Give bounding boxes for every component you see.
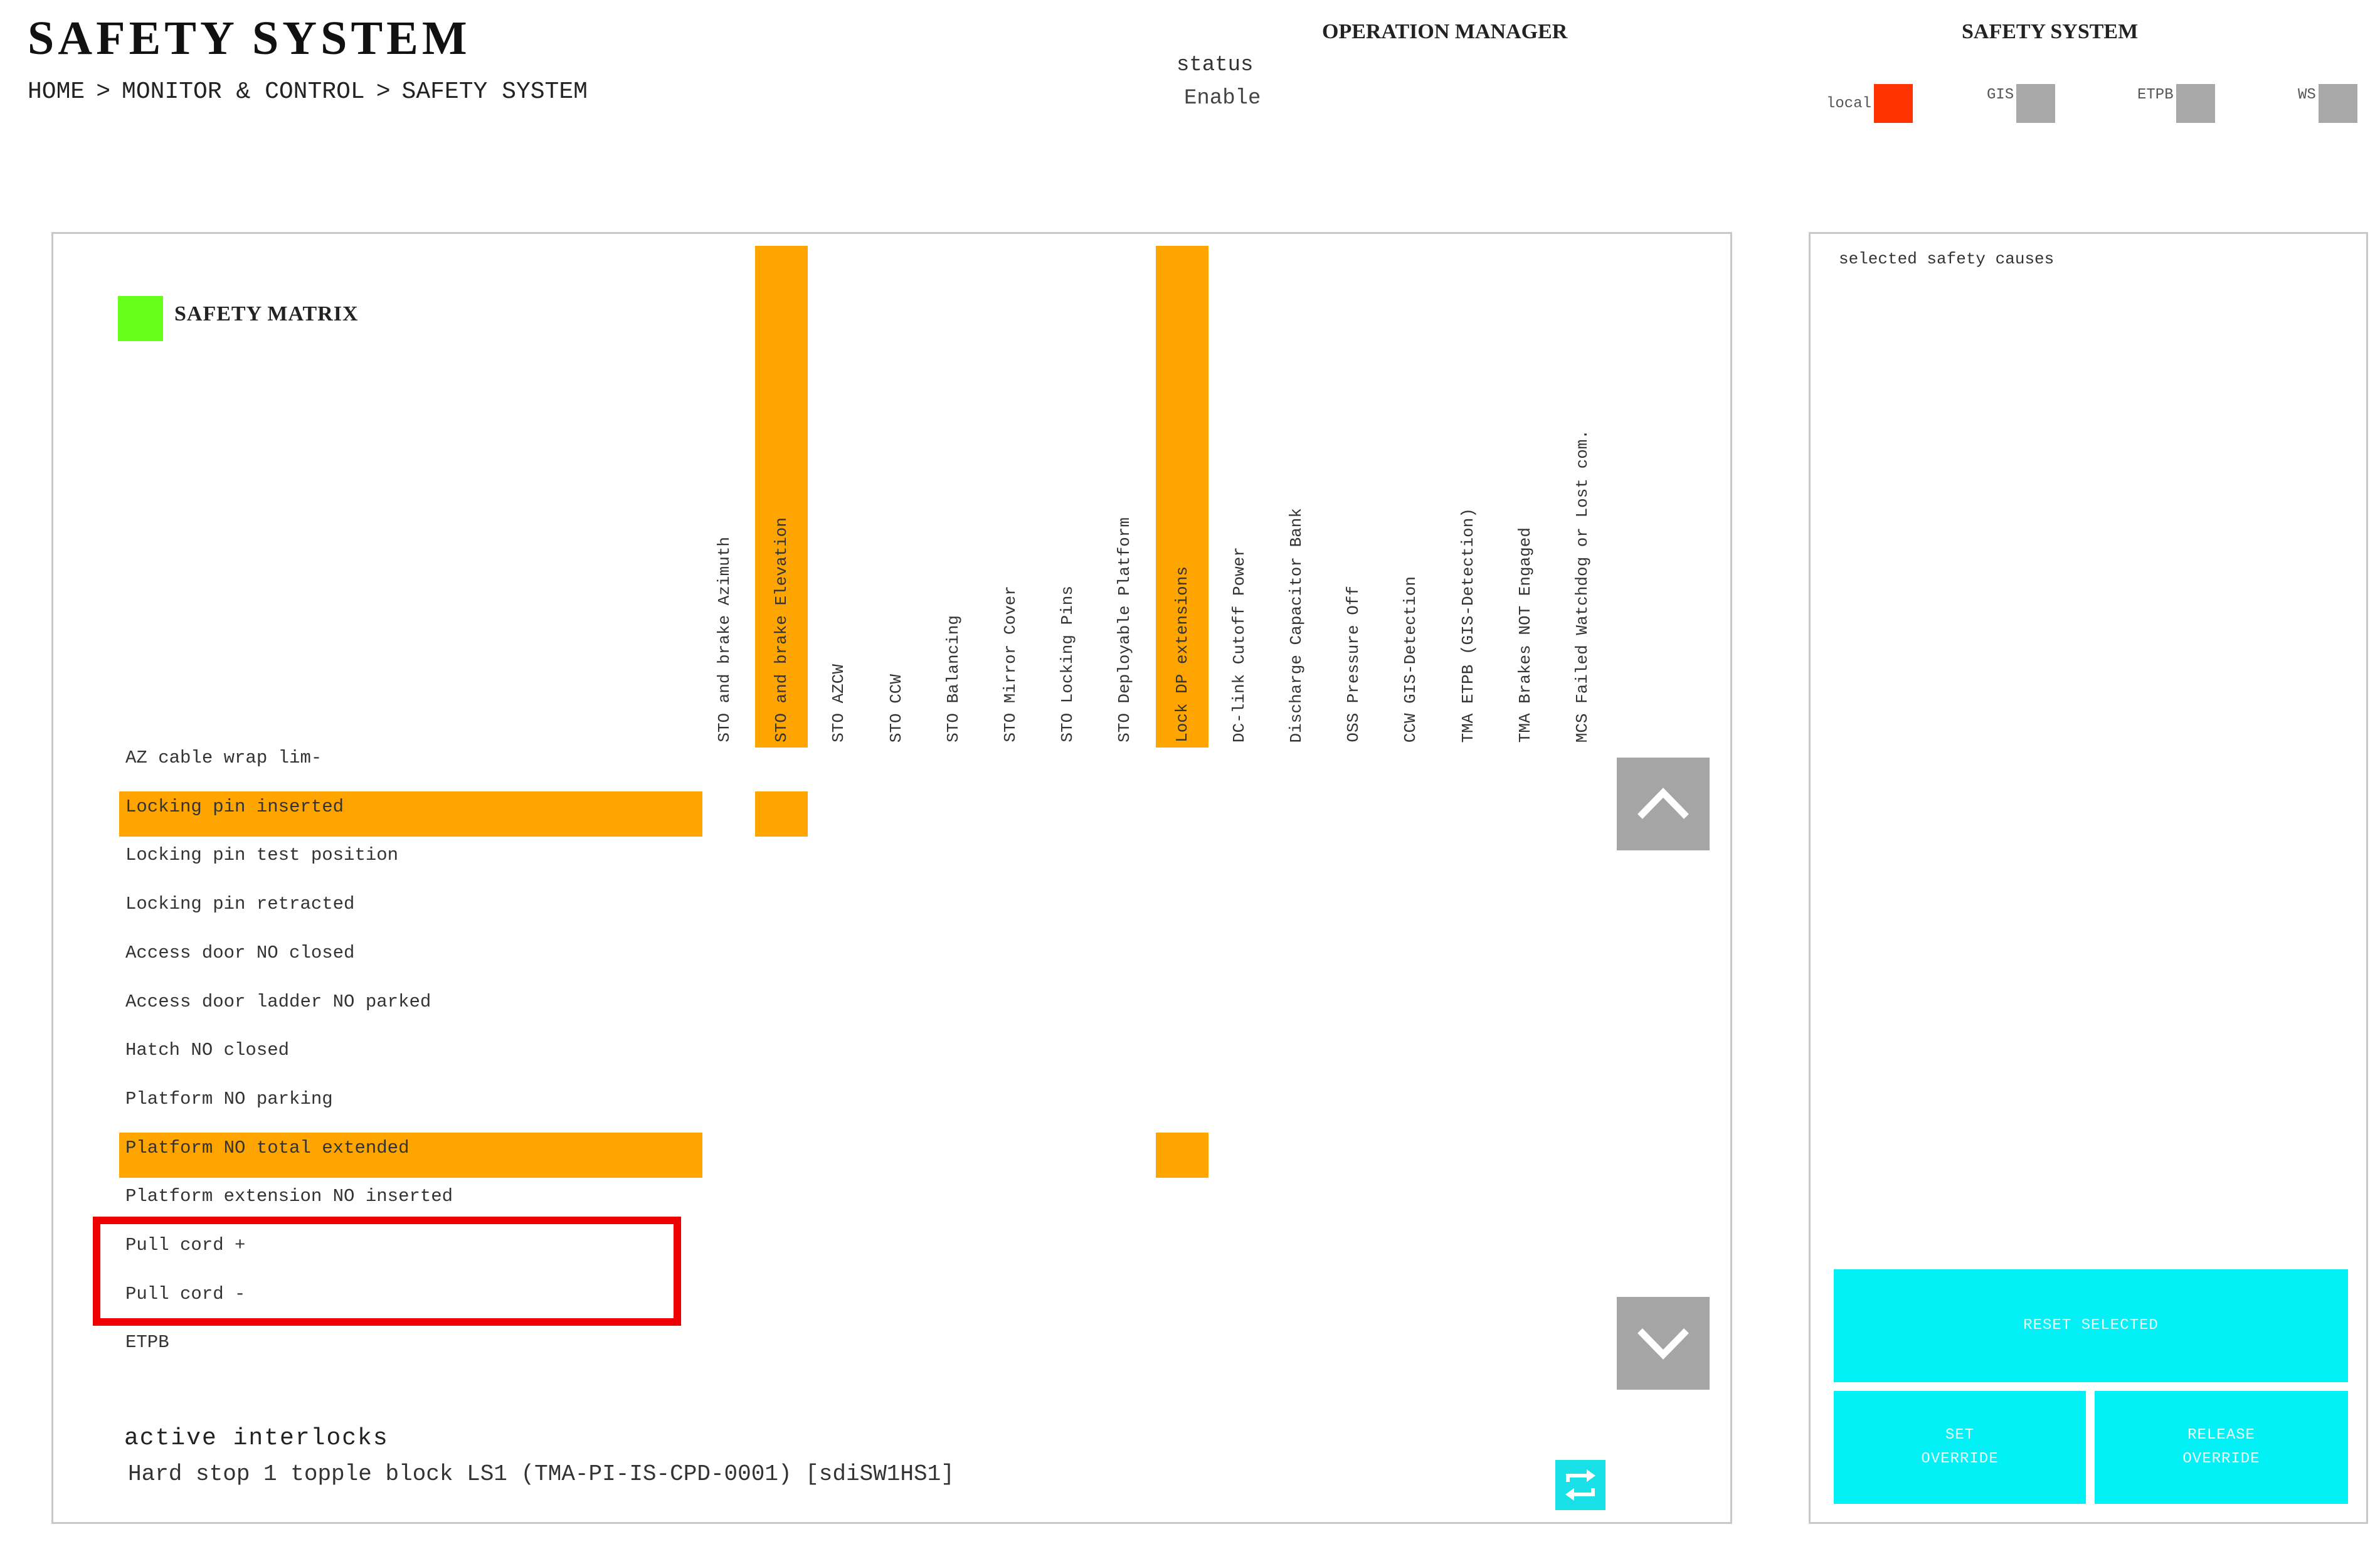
- matrix-column-header[interactable]: STO and brake Elevation: [755, 246, 808, 748]
- breadcrumb-monitor-control[interactable]: MONITOR & CONTROL: [122, 78, 365, 105]
- selected-causes-title: selected safety causes: [1839, 250, 2055, 268]
- matrix-column-header[interactable]: STO and brake Azimuth: [698, 246, 751, 748]
- matrix-row[interactable]: Access door NO closed: [119, 938, 702, 983]
- column-label: STO CCW: [886, 674, 906, 743]
- matrix-row[interactable]: ETPB: [119, 1327, 702, 1372]
- matrix-row[interactable]: Platform NO parking: [119, 1084, 702, 1129]
- chevron-up-icon: [1637, 788, 1689, 819]
- page-title: SAFETY SYSTEM: [28, 12, 471, 65]
- matrix-column-header[interactable]: STO Locking Pins: [1041, 246, 1094, 748]
- column-label: STO and brake Elevation: [772, 517, 791, 743]
- matrix-column-header[interactable]: STO Mirror Cover: [984, 246, 1037, 748]
- row-label: Platform extension NO inserted: [125, 1186, 453, 1207]
- matrix-column-header[interactable]: STO Balancing: [927, 246, 980, 748]
- column-label: Discharge Capacitor Bank: [1287, 507, 1306, 743]
- indicator-light: [2016, 84, 2056, 123]
- active-interlocks-value: Hard stop 1 topple block LS1 (TMA-PI-IS-…: [128, 1461, 955, 1487]
- indicator-label: GIS: [1987, 86, 2014, 103]
- row-label: Locking pin test position: [125, 845, 399, 866]
- matrix-status-light: [118, 296, 163, 341]
- column-label: STO AZCW: [829, 664, 849, 743]
- matrix-row[interactable]: Locking pin inserted: [119, 791, 702, 837]
- column-label: STO and brake Azimuth: [715, 537, 734, 743]
- indicator-label: local: [1826, 95, 1872, 112]
- row-label: Locking pin inserted: [125, 796, 344, 817]
- matrix-column-header[interactable]: TMA Brakes NOT Engaged: [1499, 246, 1552, 748]
- matrix-row[interactable]: AZ cable wrap lim-: [119, 743, 702, 788]
- indicator-light: [2318, 84, 2357, 123]
- indicator-ws: WS: [2298, 84, 2357, 123]
- matrix-column-header[interactable]: Discharge Capacitor Bank: [1270, 246, 1323, 748]
- breadcrumb-separator: >: [376, 78, 391, 105]
- indicator-light: [1874, 84, 1913, 123]
- selection-highlight-box: [93, 1217, 681, 1326]
- breadcrumb-home[interactable]: HOME: [28, 78, 85, 105]
- matrix-column-header[interactable]: STO AZCW: [812, 246, 865, 748]
- row-label: ETPB: [125, 1332, 169, 1353]
- column-label: MCS Failed Watchdog or Lost com.: [1573, 429, 1592, 743]
- indicator-etpb: ETPB: [2137, 84, 2215, 123]
- matrix-column-header[interactable]: Lock DP extensions: [1155, 246, 1209, 748]
- column-label: DC-link Cutoff Power: [1229, 546, 1249, 743]
- breadcrumb: HOME > MONITOR & CONTROL > SAFETY SYSTEM: [28, 78, 588, 105]
- column-label: TMA ETPB (GIS-Detection): [1458, 507, 1478, 743]
- matrix-column-header[interactable]: OSS Pressure Off: [1327, 246, 1380, 748]
- indicator-light: [2176, 84, 2215, 123]
- indicator-label: WS: [2298, 86, 2316, 103]
- row-label: Platform NO parking: [125, 1088, 333, 1109]
- column-label: STO Deployable Platform: [1115, 517, 1134, 743]
- matrix-row[interactable]: Access door ladder NO parked: [119, 986, 702, 1032]
- column-label: STO Mirror Cover: [1001, 586, 1020, 743]
- indicator-local: local: [1826, 84, 1913, 123]
- matrix-row[interactable]: Locking pin retracted: [119, 889, 702, 934]
- matrix-active-cell[interactable]: [755, 791, 808, 837]
- column-label: OSS Pressure Off: [1344, 586, 1363, 743]
- row-label: AZ cable wrap lim-: [125, 748, 322, 768]
- matrix-active-cell[interactable]: [1155, 1132, 1209, 1178]
- matrix-row[interactable]: Hatch NO closed: [119, 1035, 702, 1080]
- indicator-gis: GIS: [1987, 84, 2056, 123]
- column-label: STO Locking Pins: [1058, 586, 1077, 743]
- matrix-column-header[interactable]: MCS Failed Watchdog or Lost com.: [1556, 246, 1609, 748]
- set-override-button[interactable]: SET OVERRIDE: [1834, 1391, 2086, 1504]
- active-interlocks-label: active interlocks: [124, 1425, 389, 1452]
- matrix-column-header[interactable]: DC-link Cutoff Power: [1213, 246, 1266, 748]
- row-label: Hatch NO closed: [125, 1040, 290, 1061]
- chevron-down-icon: [1637, 1328, 1689, 1360]
- row-label: Access door NO closed: [125, 942, 355, 963]
- scroll-down-button[interactable]: [1617, 1297, 1710, 1390]
- matrix-row[interactable]: Platform NO total extended: [119, 1132, 702, 1178]
- status-value: Enable: [1184, 87, 1261, 110]
- status-label: status: [1177, 53, 1254, 77]
- breadcrumb-safety-system: SAFETY SYSTEM: [401, 78, 588, 105]
- matrix-column-header[interactable]: STO Deployable Platform: [1098, 246, 1151, 748]
- row-label: Locking pin retracted: [125, 894, 355, 915]
- matrix-title: SAFETY MATRIX: [174, 302, 359, 325]
- matrix-column-header[interactable]: STO CCW: [870, 246, 923, 748]
- row-label: Platform NO total extended: [125, 1137, 410, 1158]
- indicator-label: ETPB: [2137, 86, 2174, 103]
- scroll-up-button[interactable]: [1617, 758, 1710, 850]
- release-override-button[interactable]: RELEASE OVERRIDE: [2095, 1391, 2348, 1504]
- column-label: STO Balancing: [943, 615, 963, 743]
- operation-manager-title: OPERATION MANAGER: [1322, 20, 1568, 43]
- column-label: TMA Brakes NOT Engaged: [1515, 527, 1535, 743]
- row-label: Access door ladder NO parked: [125, 991, 431, 1012]
- column-label: Lock DP extensions: [1172, 566, 1192, 743]
- breadcrumb-separator: >: [96, 78, 111, 105]
- reset-selected-button[interactable]: RESET SELECTED: [1834, 1269, 2348, 1382]
- matrix-column-header[interactable]: TMA ETPB (GIS-Detection): [1442, 246, 1494, 748]
- safety-system-title: SAFETY SYSTEM: [1962, 20, 2139, 43]
- matrix-column-header[interactable]: CCW GIS-Detection: [1384, 246, 1437, 748]
- matrix-row[interactable]: Locking pin test position: [119, 840, 702, 885]
- refresh-icon: [1565, 1469, 1595, 1501]
- refresh-button[interactable]: [1555, 1460, 1605, 1510]
- column-label: CCW GIS-Detection: [1401, 576, 1420, 743]
